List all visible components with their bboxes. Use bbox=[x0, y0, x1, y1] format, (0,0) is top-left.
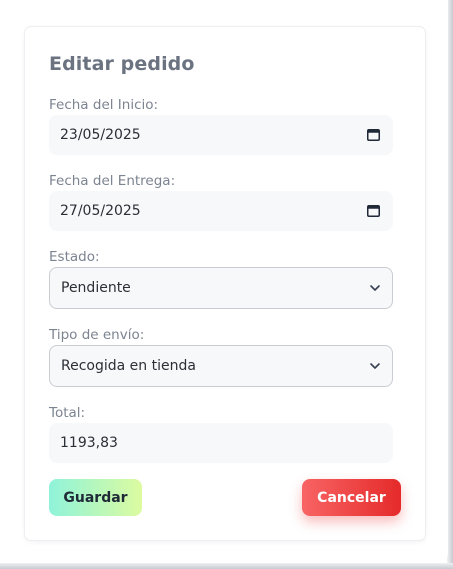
status-label: Estado: bbox=[49, 249, 100, 265]
total-value: 1193,83 bbox=[60, 435, 118, 451]
edit-order-form: Editar pedido Fecha del Inicio: 23/05/20… bbox=[25, 27, 425, 540]
status-select[interactable]: Pendiente bbox=[49, 267, 393, 309]
shipping-label: Tipo de envío: bbox=[49, 327, 145, 343]
total-label: Total: bbox=[49, 405, 86, 421]
status-selected-value: Pendiente bbox=[61, 280, 131, 296]
calendar-icon[interactable] bbox=[367, 128, 380, 141]
background-shadow bbox=[0, 563, 453, 569]
end-date-label: Fecha del Entrega: bbox=[49, 173, 176, 189]
start-date-value: 23/05/2025 bbox=[60, 127, 141, 143]
start-date-input[interactable]: 23/05/2025 bbox=[49, 115, 393, 155]
shipping-selected-value: Recogida en tienda bbox=[61, 358, 196, 374]
save-button[interactable]: Guardar bbox=[49, 479, 142, 516]
start-date-label: Fecha del Inicio: bbox=[49, 97, 159, 113]
calendar-icon[interactable] bbox=[367, 204, 380, 217]
end-date-input[interactable]: 27/05/2025 bbox=[49, 191, 393, 231]
cancel-button[interactable]: Cancelar bbox=[302, 479, 401, 516]
end-date-value: 27/05/2025 bbox=[60, 203, 141, 219]
form-title: Editar pedido bbox=[49, 53, 195, 75]
edit-order-modal: Editar pedido Fecha del Inicio: 23/05/20… bbox=[0, 0, 448, 563]
chevron-down-icon bbox=[370, 285, 380, 291]
chevron-down-icon bbox=[370, 363, 380, 369]
total-input[interactable]: 1193,83 bbox=[49, 423, 393, 463]
shipping-select[interactable]: Recogida en tienda bbox=[49, 345, 393, 387]
